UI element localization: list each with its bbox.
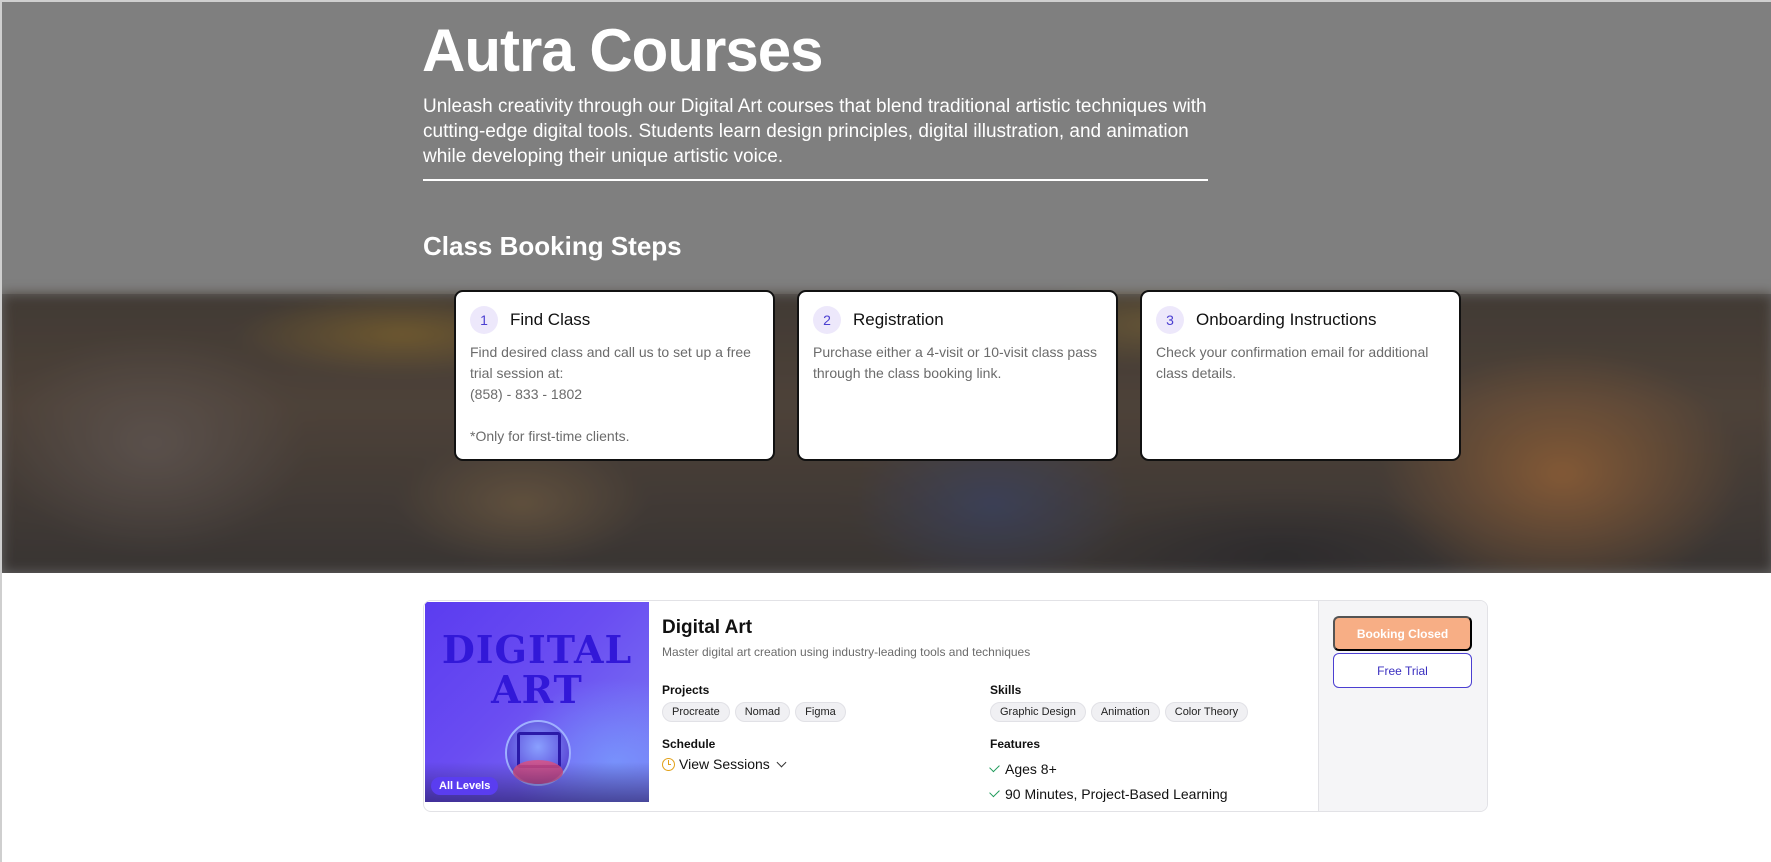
skill-chip: Color Theory <box>1164 702 1249 722</box>
clock-icon <box>662 757 675 771</box>
step-spacer <box>470 405 759 426</box>
level-badge: All Levels <box>431 777 499 795</box>
thumbnail-title-line2: ART <box>491 667 583 712</box>
schedule-group: Schedule View Sessions <box>662 737 787 772</box>
step-number: 1 <box>470 306 498 334</box>
step-card-onboarding: 3 Onboarding Instructions Check your con… <box>1140 290 1461 461</box>
chevron-down-icon <box>776 757 787 768</box>
step-note: *Only for first-time clients. <box>470 428 630 444</box>
step-text: Purchase either a 4-visit or 10-visit cl… <box>813 344 1097 381</box>
step-text: Find desired class and call us to set up… <box>470 344 751 381</box>
project-chip: Figma <box>795 702 846 722</box>
page: Autra Courses Unleash creativity through… <box>0 0 1771 862</box>
step-text: Check your confirmation email for additi… <box>1156 344 1429 381</box>
thumbnail-title: DIGITAL ART <box>425 630 649 710</box>
skills-chips: Graphic Design Animation Color Theory <box>990 702 1249 722</box>
step-body: Purchase either a 4-visit or 10-visit cl… <box>813 342 1102 384</box>
course-name: Digital Art <box>662 617 753 638</box>
features-group: Features Ages 8+ 90 Minutes, Project-Bas… <box>989 737 1228 806</box>
schedule-label: Schedule <box>662 737 716 751</box>
hero-section: Autra Courses Unleash creativity through… <box>2 2 1771 573</box>
hero-divider <box>423 179 1208 181</box>
step-card-registration: 2 Registration Purchase either a 4-visit… <box>797 290 1118 461</box>
skill-chip: Graphic Design <box>990 702 1086 722</box>
projects-label: Projects <box>662 683 710 697</box>
check-icon <box>989 786 1000 798</box>
course-actions: Booking Closed Free Trial <box>1318 601 1487 811</box>
free-trial-button[interactable]: Free Trial <box>1333 653 1472 688</box>
projects-group: Projects Procreate Nomad Figma <box>662 683 846 722</box>
feature-item: 90 Minutes, Project-Based Learning <box>989 781 1228 806</box>
check-icon <box>989 761 1000 773</box>
skills-label: Skills <box>990 683 1022 697</box>
step-body: Find desired class and call us to set up… <box>470 342 759 447</box>
step-number: 3 <box>1156 306 1184 334</box>
feature-text: 90 Minutes, Project-Based Learning <box>1005 785 1228 802</box>
page-title: Autra Courses <box>422 17 823 84</box>
step-title: Find Class <box>510 310 591 329</box>
skill-chip: Animation <box>1090 702 1160 722</box>
skills-group: Skills Graphic Design Animation Color Th… <box>990 683 1249 722</box>
projects-chips: Procreate Nomad Figma <box>662 702 846 722</box>
course-subtitle: Master digital art creation using indust… <box>662 645 1031 659</box>
step-number: 2 <box>813 306 841 334</box>
project-chip: Nomad <box>734 702 791 722</box>
step-card-find-class: 1 Find Class Find desired class and call… <box>454 290 775 461</box>
step-body: Check your confirmation email for additi… <box>1156 342 1445 384</box>
course-card-digital-art: DIGITAL ART All Levels Digital Art Maste… <box>423 600 1488 812</box>
step-title: Onboarding Instructions <box>1196 310 1377 329</box>
feature-text: Ages 8+ <box>1005 760 1057 777</box>
view-sessions-dropdown[interactable]: View Sessions <box>662 756 787 772</box>
phone-number: (858) - 833 - 1802 <box>470 386 583 402</box>
thumbnail-title-line1: DIGITAL <box>441 627 633 672</box>
booking-steps-heading: Class Booking Steps <box>423 231 682 261</box>
features-label: Features <box>990 737 1041 751</box>
step-title: Registration <box>853 310 944 329</box>
feature-item: Ages 8+ <box>989 756 1228 781</box>
hero-description: Unleash creativity through our Digital A… <box>423 96 1207 167</box>
course-thumbnail: DIGITAL ART All Levels <box>425 602 649 802</box>
view-sessions-label: View Sessions <box>679 756 770 772</box>
course-info: Digital Art Master digital art creation … <box>662 617 1312 802</box>
booking-closed-button[interactable]: Booking Closed <box>1333 616 1472 651</box>
project-chip: Procreate <box>662 702 730 722</box>
